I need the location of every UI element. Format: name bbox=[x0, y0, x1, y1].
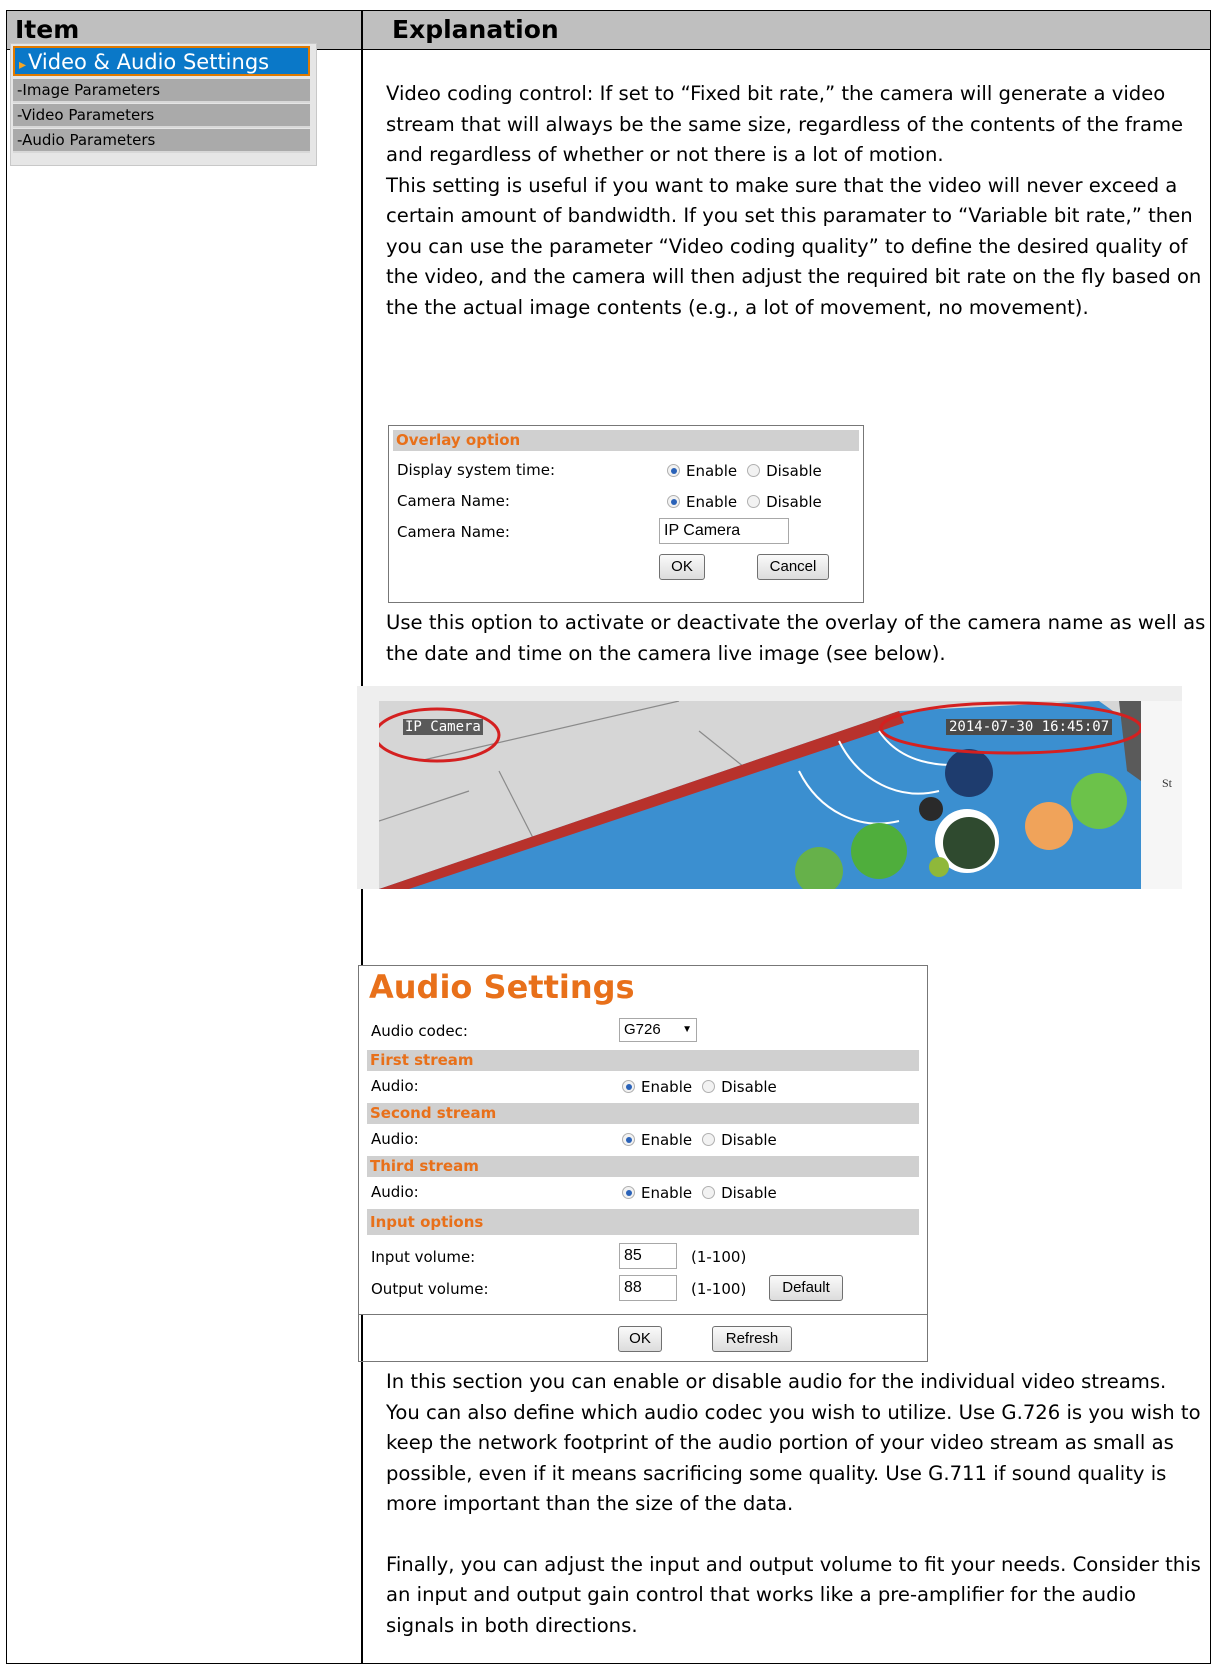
third-stream-radio-group: Enable Disable bbox=[622, 1184, 777, 1202]
paragraph: Finally, you can adjust the input and ou… bbox=[386, 1552, 1201, 1637]
cancel-button[interactable]: Cancel bbox=[757, 554, 829, 580]
radio-enable-selected-icon[interactable] bbox=[622, 1186, 635, 1199]
section-header-first-stream: First stream bbox=[367, 1050, 919, 1071]
camera-name-label: Camera Name: bbox=[397, 523, 510, 541]
section-header-overlay: Overlay option bbox=[393, 430, 859, 451]
paragraph-spacer bbox=[386, 1520, 1206, 1550]
radio-enable-selected-icon[interactable] bbox=[667, 464, 680, 477]
radio-disable-icon[interactable] bbox=[747, 495, 761, 508]
menu-item-video-parameters[interactable]: -Video Parameters bbox=[13, 104, 310, 128]
output-volume-field[interactable]: 88 bbox=[619, 1275, 677, 1301]
output-volume-label: Output volume: bbox=[371, 1280, 489, 1298]
paragraph: Use this option to activate or deactivat… bbox=[386, 611, 1206, 665]
camera-side-text: St bbox=[1162, 776, 1173, 790]
audio-label: Audio: bbox=[371, 1077, 419, 1095]
default-button[interactable]: Default bbox=[769, 1275, 843, 1301]
triangle-right-icon: ▸ bbox=[19, 57, 27, 73]
radio-disable-icon[interactable] bbox=[702, 1186, 716, 1199]
camera-name-toggle-label: Camera Name: bbox=[397, 492, 510, 510]
ok-button[interactable]: OK bbox=[659, 554, 705, 580]
second-stream-radio-group: Enable Disable bbox=[622, 1131, 777, 1149]
audio-codec-select[interactable]: G726 ▼ bbox=[619, 1018, 697, 1042]
paragraph: In this section you can enable or disabl… bbox=[386, 1370, 1201, 1515]
radio-enable-selected-icon[interactable] bbox=[667, 495, 680, 508]
input-volume-label: Input volume: bbox=[371, 1248, 476, 1266]
radio-enable-selected-icon[interactable] bbox=[622, 1080, 635, 1093]
system-time-radio-group: Enable Disable bbox=[667, 462, 822, 480]
camera-name-input[interactable]: IP Camera bbox=[659, 518, 789, 544]
camera-side-panel bbox=[1141, 701, 1182, 889]
paragraph: This setting is useful if you want to ma… bbox=[386, 173, 1202, 319]
header-explanation: Explanation bbox=[392, 15, 559, 44]
section-header-second-stream: Second stream bbox=[367, 1103, 919, 1124]
section-header-third-stream: Third stream bbox=[367, 1156, 919, 1177]
overlay-option-panel: Overlay option Display system time: Enab… bbox=[388, 425, 864, 603]
display-system-time-label: Display system time: bbox=[397, 461, 555, 479]
explanation-text-audio: In this section you can enable or disabl… bbox=[386, 1367, 1206, 1641]
input-volume-range: (1-100) bbox=[691, 1248, 747, 1266]
menu-item-video-audio-settings[interactable]: ▸Video & Audio Settings bbox=[13, 46, 310, 76]
menu-item-audio-parameters[interactable]: -Audio Parameters bbox=[13, 129, 310, 153]
explanation-text-bitrate: Video coding control: If set to “Fixed b… bbox=[386, 79, 1206, 323]
menu-item-image-parameters[interactable]: -Image Parameters bbox=[13, 79, 310, 103]
chevron-down-icon: ▼ bbox=[682, 1024, 692, 1035]
camera-name-radio-group: Enable Disable bbox=[667, 493, 822, 511]
settings-menu: ▸Video & Audio Settings -Image Parameter… bbox=[10, 43, 317, 166]
highlight-ellipses bbox=[379, 701, 1141, 763]
radio-disable-icon[interactable] bbox=[702, 1133, 716, 1146]
output-volume-range: (1-100) bbox=[691, 1280, 747, 1298]
input-volume-field[interactable]: 85 bbox=[619, 1243, 677, 1269]
radio-disable-icon[interactable] bbox=[747, 464, 761, 477]
audio-settings-title: Audio Settings bbox=[369, 968, 635, 1006]
camera-live-image: IP Camera 2014-07-30 16:45:07 St bbox=[357, 686, 1182, 889]
audio-codec-label: Audio codec: bbox=[371, 1022, 468, 1040]
camera-video-frame: IP Camera 2014-07-30 16:45:07 bbox=[379, 701, 1141, 889]
paragraph: Video coding control: If set to “Fixed b… bbox=[386, 82, 1184, 166]
radio-enable-selected-icon[interactable] bbox=[622, 1133, 635, 1146]
audio-label: Audio: bbox=[371, 1183, 419, 1201]
section-header-input-options: Input options bbox=[367, 1209, 919, 1235]
explanation-text-overlay: Use this option to activate or deactivat… bbox=[386, 608, 1206, 669]
header-item: Item bbox=[15, 15, 80, 44]
audio-settings-panel: Audio Settings Audio codec: G726 ▼ First … bbox=[358, 965, 928, 1315]
audio-panel-footer bbox=[358, 1314, 928, 1362]
first-stream-radio-group: Enable Disable bbox=[622, 1078, 777, 1096]
audio-label: Audio: bbox=[371, 1130, 419, 1148]
radio-disable-icon[interactable] bbox=[702, 1080, 716, 1093]
